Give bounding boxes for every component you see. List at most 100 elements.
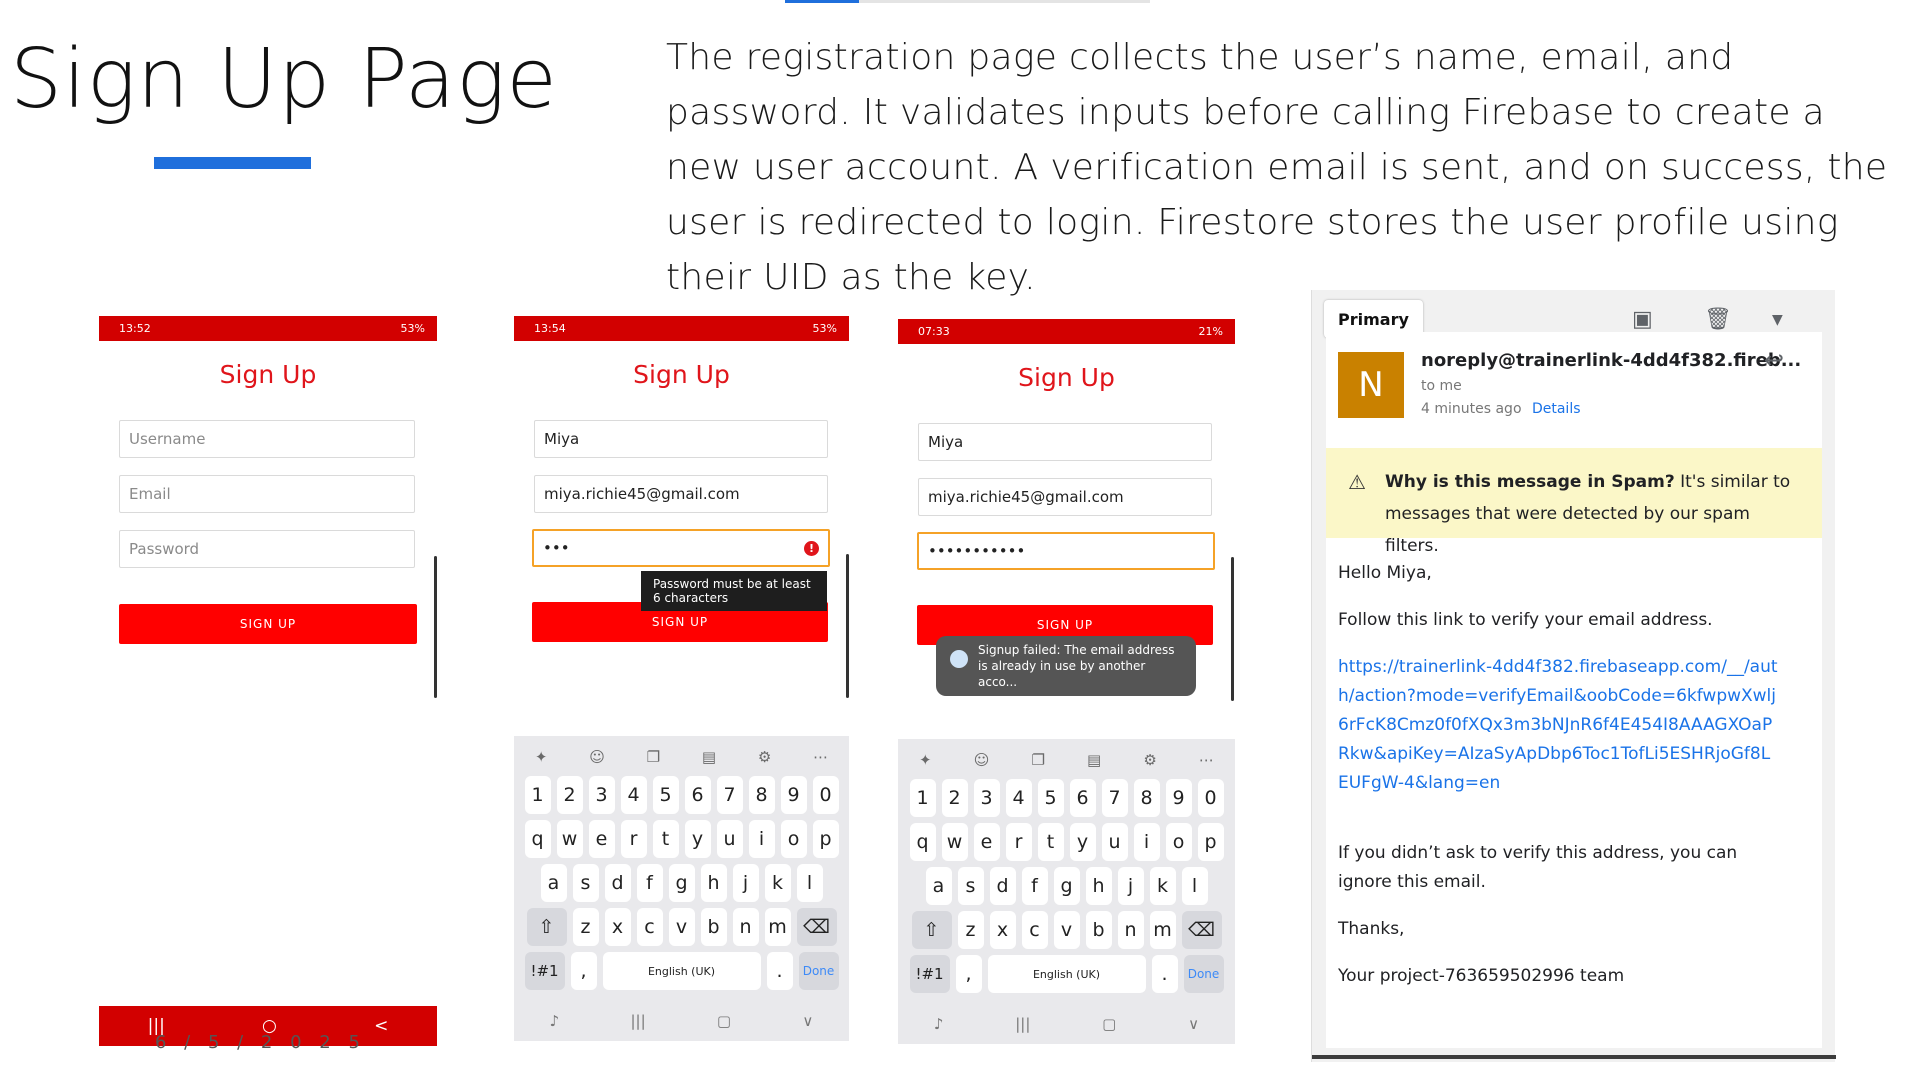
key-h[interactable]: h bbox=[1085, 867, 1112, 905]
key-l[interactable]: l bbox=[1181, 867, 1208, 905]
symbols-key[interactable]: !#1 bbox=[524, 952, 565, 990]
key-2[interactable]: 2 bbox=[941, 779, 968, 817]
key-p[interactable]: p bbox=[812, 820, 839, 858]
key-j[interactable]: j bbox=[1117, 867, 1144, 905]
password-field[interactable]: Password bbox=[119, 530, 415, 568]
recent-apps-icon[interactable]: ||| bbox=[630, 1012, 645, 1030]
key-a[interactable]: a bbox=[925, 867, 952, 905]
key-4[interactable]: 4 bbox=[1005, 779, 1032, 817]
key-v[interactable]: v bbox=[1053, 911, 1080, 949]
trash-icon[interactable]: 🗑 bbox=[1704, 307, 1732, 332]
reply-icon[interactable]: ↩ bbox=[1764, 346, 1784, 374]
archive-icon[interactable]: ▣ bbox=[1632, 307, 1653, 332]
key-j[interactable]: j bbox=[732, 864, 759, 902]
backspace-key[interactable]: ⌫ bbox=[1181, 911, 1222, 949]
key-g[interactable]: g bbox=[668, 864, 695, 902]
clipboard-icon[interactable]: ▤ bbox=[702, 748, 716, 766]
username-field[interactable]: Miya bbox=[534, 420, 828, 458]
sticker-icon[interactable]: ❐ bbox=[647, 748, 660, 766]
key-9[interactable]: 9 bbox=[780, 776, 807, 814]
key-s[interactable]: s bbox=[957, 867, 984, 905]
backspace-key[interactable]: ⌫ bbox=[796, 908, 837, 946]
key-p[interactable]: p bbox=[1197, 823, 1224, 861]
key-o[interactable]: o bbox=[780, 820, 807, 858]
key-k[interactable]: k bbox=[764, 864, 791, 902]
more-icon[interactable]: ⋯ bbox=[813, 748, 828, 766]
space-key[interactable]: English (UK) bbox=[987, 955, 1146, 993]
done-key[interactable]: Done bbox=[1183, 955, 1224, 993]
key-0[interactable]: 0 bbox=[1197, 779, 1224, 817]
key-8[interactable]: 8 bbox=[748, 776, 775, 814]
key-y[interactable]: y bbox=[1069, 823, 1096, 861]
details-link[interactable]: Details bbox=[1532, 401, 1581, 417]
back-icon[interactable]: < bbox=[374, 1016, 388, 1036]
key-r[interactable]: r bbox=[620, 820, 647, 858]
key-f[interactable]: f bbox=[1021, 867, 1048, 905]
comma-key[interactable]: , bbox=[570, 952, 597, 990]
key-u[interactable]: u bbox=[1101, 823, 1128, 861]
key-z[interactable]: z bbox=[957, 911, 984, 949]
key-w[interactable]: w bbox=[941, 823, 968, 861]
key-3[interactable]: 3 bbox=[588, 776, 615, 814]
mic-icon[interactable]: ♪ bbox=[934, 1015, 944, 1033]
clipboard-icon[interactable]: ▤ bbox=[1087, 751, 1101, 769]
key-1[interactable]: 1 bbox=[909, 779, 936, 817]
verification-link[interactable]: https://trainerlink-4dd4f382.firebaseapp… bbox=[1338, 653, 1778, 798]
key-x[interactable]: x bbox=[989, 911, 1016, 949]
scrollbar[interactable] bbox=[1231, 557, 1234, 701]
key-7[interactable]: 7 bbox=[716, 776, 743, 814]
key-6[interactable]: 6 bbox=[684, 776, 711, 814]
key-3[interactable]: 3 bbox=[973, 779, 1000, 817]
email-field[interactable]: miya.richie45@gmail.com bbox=[534, 475, 828, 513]
shift-key[interactable]: ⇧ bbox=[911, 911, 952, 949]
key-4[interactable]: 4 bbox=[620, 776, 647, 814]
key-2[interactable]: 2 bbox=[556, 776, 583, 814]
gear-icon[interactable]: ⚙ bbox=[1143, 751, 1156, 769]
key-e[interactable]: e bbox=[588, 820, 615, 858]
mic-icon[interactable]: ♪ bbox=[550, 1012, 560, 1030]
key-0[interactable]: 0 bbox=[812, 776, 839, 814]
key-u[interactable]: u bbox=[716, 820, 743, 858]
key-z[interactable]: z bbox=[572, 908, 599, 946]
more-icon[interactable]: ⋯ bbox=[1199, 751, 1214, 769]
key-5[interactable]: 5 bbox=[652, 776, 679, 814]
chevron-down-icon[interactable]: ∨ bbox=[1188, 1015, 1199, 1033]
key-1[interactable]: 1 bbox=[524, 776, 551, 814]
home-icon[interactable]: ▢ bbox=[1102, 1015, 1116, 1033]
key-5[interactable]: 5 bbox=[1037, 779, 1064, 817]
key-8[interactable]: 8 bbox=[1133, 779, 1160, 817]
emoji-icon[interactable]: ☺ bbox=[589, 748, 605, 766]
password-field[interactable]: ••••••••••• bbox=[917, 532, 1215, 570]
key-f[interactable]: f bbox=[636, 864, 663, 902]
key-t[interactable]: t bbox=[652, 820, 679, 858]
key-b[interactable]: b bbox=[1085, 911, 1112, 949]
username-field[interactable]: Miya bbox=[918, 423, 1212, 461]
key-o[interactable]: o bbox=[1165, 823, 1192, 861]
key-b[interactable]: b bbox=[700, 908, 727, 946]
key-7[interactable]: 7 bbox=[1101, 779, 1128, 817]
key-k[interactable]: k bbox=[1149, 867, 1176, 905]
password-field[interactable]: ••• bbox=[532, 529, 830, 567]
key-m[interactable]: m bbox=[764, 908, 791, 946]
recent-apps-icon[interactable]: ||| bbox=[1015, 1015, 1030, 1033]
key-s[interactable]: s bbox=[572, 864, 599, 902]
email-field[interactable]: miya.richie45@gmail.com bbox=[918, 478, 1212, 516]
done-key[interactable]: Done bbox=[798, 952, 839, 990]
key-x[interactable]: x bbox=[604, 908, 631, 946]
sparkle-icon[interactable]: ✦ bbox=[919, 751, 932, 769]
key-y[interactable]: y bbox=[684, 820, 711, 858]
chevron-down-icon[interactable]: ∨ bbox=[802, 1012, 813, 1030]
shift-key[interactable]: ⇧ bbox=[526, 908, 567, 946]
emoji-icon[interactable]: ☺ bbox=[974, 751, 990, 769]
sticker-icon[interactable]: ❐ bbox=[1031, 751, 1044, 769]
sparkle-icon[interactable]: ✦ bbox=[535, 748, 548, 766]
username-field[interactable]: Username bbox=[119, 420, 415, 458]
key-n[interactable]: n bbox=[1117, 911, 1144, 949]
email-field[interactable]: Email bbox=[119, 475, 415, 513]
key-i[interactable]: i bbox=[748, 820, 775, 858]
key-n[interactable]: n bbox=[732, 908, 759, 946]
key-d[interactable]: d bbox=[604, 864, 631, 902]
key-w[interactable]: w bbox=[556, 820, 583, 858]
scrollbar[interactable] bbox=[434, 556, 437, 698]
key-l[interactable]: l bbox=[796, 864, 823, 902]
